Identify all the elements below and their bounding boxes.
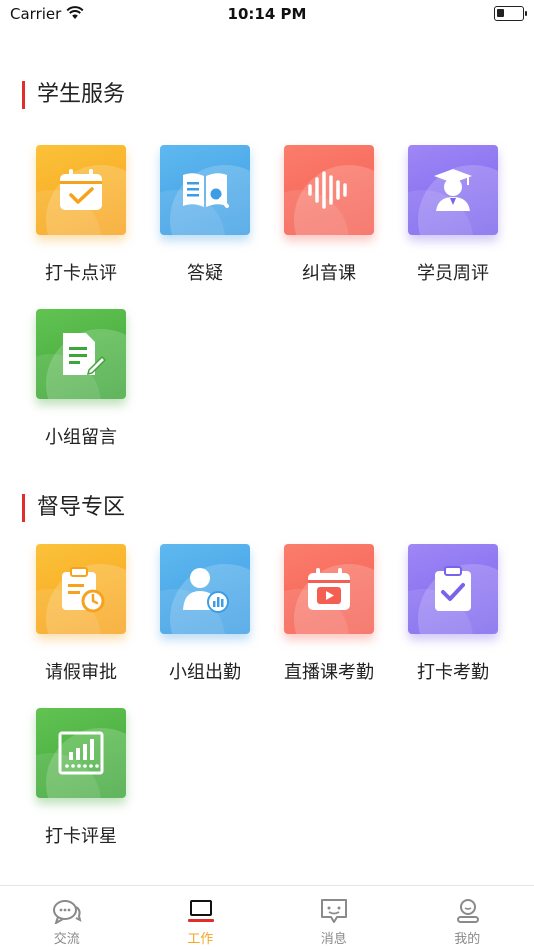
tab-messages[interactable]: 消息 [267, 886, 401, 950]
tab-label: 消息 [320, 932, 347, 947]
book-search-icon [183, 173, 229, 208]
tile-pronunciation-class[interactable]: 纠音课 [267, 145, 391, 285]
clipboard-clock-icon [62, 567, 105, 613]
tab-label: 交流 [53, 932, 80, 947]
laptop-icon [187, 900, 214, 922]
tile-label: 打卡评星 [45, 826, 117, 847]
profile-icon [456, 899, 479, 923]
user-chart-icon [183, 568, 229, 613]
chart-stars-icon [58, 731, 104, 775]
soundwave-icon [308, 171, 347, 209]
tile-label: 请假审批 [45, 662, 117, 683]
tile-icon-box [284, 544, 374, 634]
clipboard-check-icon [435, 566, 471, 611]
tile-checkin-review[interactable]: 打卡点评 [19, 145, 143, 285]
section-title-student-services: 学生服务 [22, 81, 125, 109]
tile-label: 纠音课 [302, 263, 356, 284]
tile-icon-box [36, 544, 126, 634]
tab-bar: 交流 工作 消息 我的 [0, 885, 534, 950]
battery-level [497, 9, 504, 17]
status-bar: Carrier 10:14 PM [0, 0, 534, 30]
tile-checkin-star-rating[interactable]: 打卡评星 [19, 708, 143, 848]
tile-label: 学员周评 [417, 263, 489, 284]
tab-label: 我的 [454, 932, 481, 947]
tile-group-attendance[interactable]: 小组出勤 [143, 544, 267, 684]
status-time: 10:14 PM [227, 5, 307, 23]
tile-label: 答疑 [187, 263, 223, 284]
tile-icon-box [160, 145, 250, 235]
tile-label: 小组出勤 [169, 662, 241, 683]
tile-label: 打卡点评 [45, 263, 117, 284]
tile-icon-box [36, 145, 126, 235]
tile-student-weekly-review[interactable]: 学员周评 [391, 145, 515, 285]
tile-icon-box [408, 544, 498, 634]
tile-leave-approval[interactable]: 请假审批 [19, 544, 143, 684]
tile-group-messages[interactable]: 小组留言 [19, 309, 143, 449]
chat-icon [53, 900, 82, 924]
tile-live-class-attendance[interactable]: 直播课考勤 [267, 544, 391, 684]
tab-label: 工作 [187, 932, 214, 947]
battery-icon [494, 6, 527, 21]
tile-label: 小组留言 [45, 427, 117, 448]
tab-profile[interactable]: 我的 [401, 886, 534, 950]
tile-icon-box [408, 145, 498, 235]
tab-work[interactable]: 工作 [134, 886, 268, 950]
tile-label: 直播课考勤 [284, 662, 374, 683]
tile-icon-box [36, 708, 126, 798]
section-title-supervisor-zone: 督导专区 [22, 494, 125, 522]
calendar-play-icon [308, 568, 350, 610]
tab-chat[interactable]: 交流 [0, 886, 134, 950]
graduate-icon [434, 169, 472, 211]
tile-checkin-attendance[interactable]: 打卡考勤 [391, 544, 515, 684]
tile-label: 打卡考勤 [417, 662, 489, 683]
tile-icon-box [160, 544, 250, 634]
tile-qa[interactable]: 答疑 [143, 145, 267, 285]
tile-icon-box [284, 145, 374, 235]
calendar-check-icon [60, 169, 102, 210]
message-icon [321, 899, 347, 923]
tile-icon-box [36, 309, 126, 399]
document-edit-icon [63, 333, 106, 376]
